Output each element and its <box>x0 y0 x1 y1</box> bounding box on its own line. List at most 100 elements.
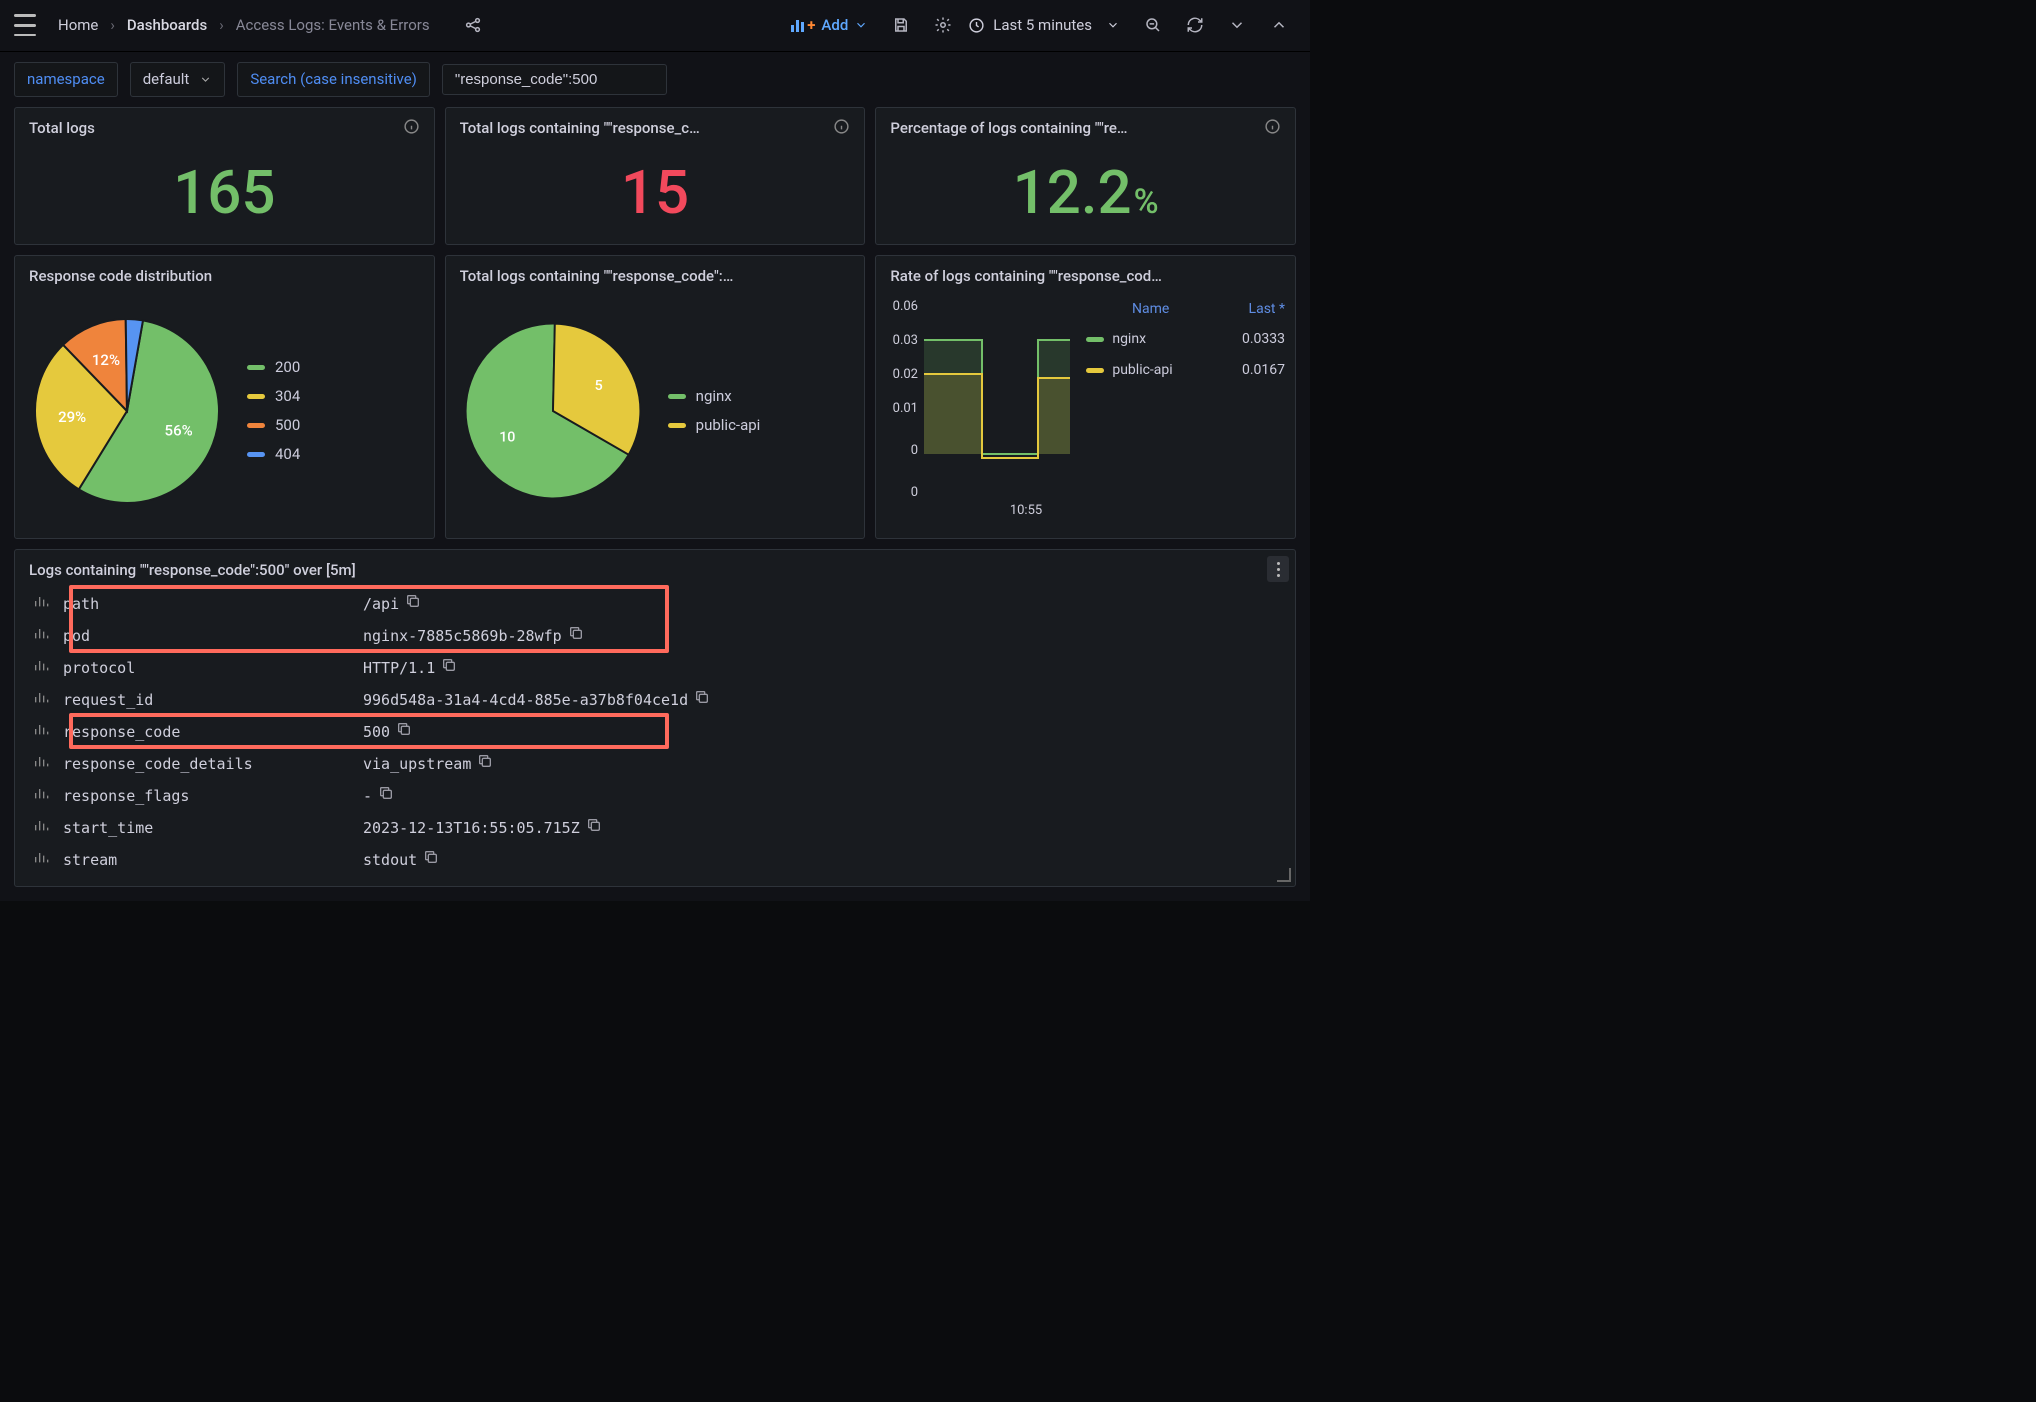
save-icon[interactable] <box>884 9 918 41</box>
swatch <box>247 365 265 370</box>
svg-text:0: 0 <box>911 485 918 500</box>
copy-icon[interactable] <box>694 689 710 705</box>
log-field-value: /api <box>363 595 399 613</box>
share-icon[interactable] <box>456 9 490 41</box>
copy-icon[interactable] <box>586 817 602 833</box>
stats-icon[interactable] <box>33 659 49 677</box>
stats-icon[interactable] <box>33 851 49 869</box>
var-namespace-value: default <box>143 69 190 90</box>
copy-icon[interactable] <box>441 657 457 673</box>
crumb-home[interactable]: Home <box>56 11 100 40</box>
panel-title: Logs containing ""response_code":500" ov… <box>29 560 356 581</box>
panel-title: Total logs containing ""response_c… <box>460 118 700 139</box>
legend-item[interactable]: 304 <box>247 386 300 407</box>
log-field-row: response_flags - <box>27 780 727 812</box>
panel-title: Percentage of logs containing ""re… <box>890 118 1127 139</box>
legend-label: nginx <box>696 386 732 407</box>
log-field-value: stdout <box>363 851 417 869</box>
panel-menu[interactable] <box>1267 556 1289 582</box>
stat-pct: 12.2% <box>1013 151 1159 235</box>
resize-handle[interactable] <box>1277 868 1291 882</box>
svg-text:29%: 29% <box>58 408 86 426</box>
menu-toggle[interactable] <box>14 14 36 36</box>
var-namespace-label[interactable]: namespace <box>14 62 118 97</box>
log-field-key: response_code_details <box>57 748 357 780</box>
log-field-row: stream stdout <box>27 844 727 876</box>
log-field-key: protocol <box>57 652 357 684</box>
log-field-key: start_time <box>57 812 357 844</box>
collapse-up-icon[interactable] <box>1262 9 1296 41</box>
swatch <box>668 394 686 399</box>
series-value: 0.0167 <box>1215 361 1285 381</box>
log-field-key: path <box>57 588 357 620</box>
legend-label: 304 <box>275 386 300 407</box>
stats-icon[interactable] <box>33 595 49 613</box>
crumb-sep: › <box>110 15 115 36</box>
pie-chart: 56%29%12% <box>27 311 227 511</box>
col-name[interactable]: Name <box>1086 300 1215 320</box>
log-field-key: response_flags <box>57 780 357 812</box>
svg-text:0.06: 0.06 <box>893 299 918 314</box>
crumb-dashboards[interactable]: Dashboards <box>125 11 209 40</box>
zoom-out-icon[interactable] <box>1136 9 1170 41</box>
svg-text:10: 10 <box>499 429 515 445</box>
log-field-row: response_code 500 <box>27 716 727 748</box>
stats-icon[interactable] <box>33 755 49 773</box>
var-namespace-select[interactable]: default <box>130 62 226 97</box>
stats-icon[interactable] <box>33 723 49 741</box>
copy-icon[interactable] <box>378 785 394 801</box>
series-name: nginx <box>1112 330 1215 350</box>
info-icon[interactable] <box>1264 118 1281 141</box>
series-row[interactable]: public-api0.0167 <box>1086 355 1285 387</box>
crumb-sep: › <box>219 15 224 36</box>
legend-item[interactable]: 500 <box>247 415 300 436</box>
copy-icon[interactable] <box>396 721 412 737</box>
log-field-value: HTTP/1.1 <box>363 659 435 677</box>
log-field-row: start_time 2023-12-13T16:55:05.715Z <box>27 812 727 844</box>
add-button[interactable]: + Add <box>783 11 876 40</box>
log-field-value: 500 <box>363 723 390 741</box>
col-last[interactable]: Last * <box>1215 300 1285 320</box>
stats-icon[interactable] <box>33 787 49 805</box>
legend-label: 200 <box>275 357 300 378</box>
time-label: Last 5 minutes <box>993 15 1092 36</box>
panel-title: Total logs containing ""response_code":… <box>460 266 734 287</box>
legend-item[interactable]: 404 <box>247 444 300 465</box>
legend-item[interactable]: nginx <box>668 386 761 407</box>
var-search-label[interactable]: Search (case insensitive) <box>237 62 430 97</box>
legend-item[interactable]: 200 <box>247 357 300 378</box>
time-picker[interactable]: Last 5 minutes <box>960 11 1128 40</box>
swatch <box>668 423 686 428</box>
legend: 200 304 500 404 <box>247 357 300 465</box>
info-icon[interactable] <box>403 118 420 141</box>
copy-icon[interactable] <box>405 593 421 609</box>
stats-icon[interactable] <box>33 691 49 709</box>
stat-matching: 15 <box>621 151 689 235</box>
info-icon[interactable] <box>833 118 850 141</box>
log-field-row: path /api <box>27 588 727 620</box>
refresh-icon[interactable] <box>1178 9 1212 41</box>
copy-icon[interactable] <box>568 625 584 641</box>
svg-text:5: 5 <box>594 378 602 394</box>
copy-icon[interactable] <box>477 753 493 769</box>
log-field-row: protocol HTTP/1.1 <box>27 652 727 684</box>
log-field-key: stream <box>57 844 357 876</box>
legend-item[interactable]: public-api <box>668 415 761 436</box>
swatch <box>1086 368 1104 373</box>
legend-label: 404 <box>275 444 300 465</box>
stats-icon[interactable] <box>33 819 49 837</box>
copy-icon[interactable] <box>423 849 439 865</box>
search-input[interactable] <box>442 64 667 95</box>
add-label: Add <box>821 15 848 36</box>
gear-icon[interactable] <box>926 9 960 41</box>
swatch <box>247 394 265 399</box>
series-row[interactable]: nginx0.0333 <box>1086 324 1285 356</box>
log-field-value: nginx-7885c5869b-28wfp <box>363 627 562 645</box>
panel-title: Total logs <box>29 118 95 139</box>
svg-text:0.03: 0.03 <box>893 333 918 348</box>
timeseries-table: NameLast * nginx0.0333public-api0.0167 <box>1086 296 1285 526</box>
refresh-dropdown-icon[interactable] <box>1220 9 1254 41</box>
stats-icon[interactable] <box>33 627 49 645</box>
log-field-row: response_code_details via_upstream <box>27 748 727 780</box>
panel-title: Response code distribution <box>29 266 212 287</box>
